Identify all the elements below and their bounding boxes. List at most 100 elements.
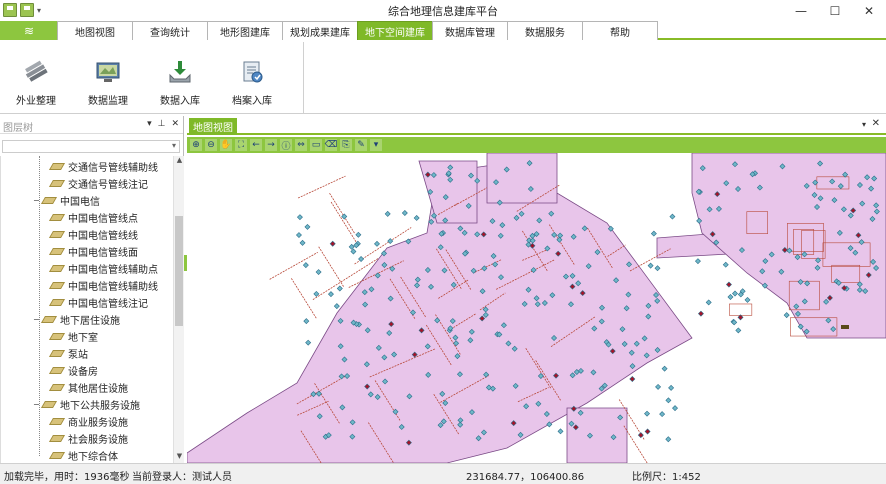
full-extent-icon[interactable]: ⛶ xyxy=(235,139,247,151)
layer-icon xyxy=(48,452,66,459)
tab-query-stats[interactable]: 查询统计 xyxy=(132,21,208,40)
tree-layer[interactable]: 商业服务设施 xyxy=(48,413,128,430)
tab-topo-db[interactable]: 地形图建库 xyxy=(207,21,283,40)
tab-planning-db[interactable]: 规划成果建库 xyxy=(282,21,358,40)
panel-close-icon[interactable]: ✕ xyxy=(171,119,179,129)
scrollbar-thumb[interactable] xyxy=(175,216,183,326)
pipe-node xyxy=(629,376,636,382)
maximize-button[interactable]: ☐ xyxy=(818,0,852,21)
layer-icon xyxy=(48,384,66,391)
pipe-node xyxy=(295,232,302,239)
pipe-node xyxy=(304,223,311,230)
pipe-node xyxy=(302,262,309,269)
tree-label: 中国电信管线点 xyxy=(68,214,138,225)
pipe-node xyxy=(668,384,675,391)
data-import-button[interactable]: 数据入库 xyxy=(148,60,212,107)
map-view-tab[interactable]: 地图视图 xyxy=(189,118,237,135)
tree-layer[interactable]: 中国电信管线注记 xyxy=(48,294,148,311)
pan-hand-icon[interactable]: ✋ xyxy=(220,139,232,151)
pipe-node xyxy=(644,428,651,435)
tree-layer[interactable]: 设备房 xyxy=(48,362,98,379)
more-icon[interactable]: ▾ xyxy=(370,139,382,151)
tab-underground-db[interactable]: 地下空间建库 xyxy=(357,21,433,40)
scroll-up-icon[interactable]: ▲ xyxy=(174,156,184,167)
tab-data-services[interactable]: 数据服务 xyxy=(507,21,583,40)
tree-layer[interactable]: 中国电信管线辅助线 xyxy=(48,277,158,294)
clear-select-icon[interactable]: ⌫ xyxy=(325,139,337,151)
tree-group[interactable]: − 地下居住设施 xyxy=(33,311,120,328)
scroll-down-icon[interactable]: ▼ xyxy=(174,452,184,463)
paint-icon[interactable]: ✎ xyxy=(355,139,367,151)
minimize-button[interactable]: — xyxy=(784,0,818,21)
tree-label: 地下综合体 xyxy=(68,452,118,463)
tree-layer[interactable]: 交通信号管线辅助线 xyxy=(48,158,158,175)
measure-icon[interactable]: ⇔ xyxy=(295,139,307,151)
tree-label: 交通信号管线辅助线 xyxy=(68,163,158,174)
tree-group[interactable]: − 中国电信 xyxy=(33,192,100,209)
data-supervision-button[interactable]: 数据监理 xyxy=(76,60,140,107)
select-icon[interactable]: ▭ xyxy=(310,139,322,151)
layer-icon xyxy=(48,282,66,289)
layer-panel-header: 图层树 ▾ ⊥ ✕ xyxy=(0,116,183,134)
pipeline xyxy=(318,246,345,287)
pipe-node xyxy=(722,261,729,268)
tree-layer[interactable]: 交通信号管线注记 xyxy=(48,175,148,192)
tree-label: 中国电信管线辅助线 xyxy=(68,282,158,293)
home-menu-button[interactable]: ≋ xyxy=(0,21,58,40)
pipe-node xyxy=(305,339,312,346)
tree-layer[interactable]: 地下室 xyxy=(48,328,98,345)
pipe-node xyxy=(732,290,738,297)
layer-icon xyxy=(48,299,66,306)
identify-icon[interactable]: ⓘ xyxy=(280,139,292,152)
tree-label: 中国电信管线注记 xyxy=(68,299,148,310)
tab-help[interactable]: 帮助 xyxy=(582,21,658,40)
panel-menu-icon[interactable]: ▾ xyxy=(147,119,152,129)
tab-map-view[interactable]: 地图视图 xyxy=(57,21,133,40)
pipe-node xyxy=(727,293,734,300)
layer-tree-combo[interactable]: ▾ xyxy=(2,140,180,153)
tree-layer[interactable]: 泵站 xyxy=(48,345,88,362)
tree-label: 中国电信管线面 xyxy=(68,248,138,259)
tree-layer[interactable]: 中国电信管线线 xyxy=(48,226,138,243)
tree-layer[interactable]: 社会服务设施 xyxy=(48,430,128,447)
export-icon[interactable]: ⎘ xyxy=(340,139,352,151)
tree-label: 交通信号管线注记 xyxy=(68,180,148,191)
doc-close-icon[interactable]: ✕ xyxy=(872,118,880,129)
menu-bar: ≋ 地图视图 查询统计 地形图建库 规划成果建库 地下空间建库 数据库管理 数据… xyxy=(0,21,886,40)
forward-arrow-icon[interactable]: → xyxy=(265,139,277,151)
field-organize-button[interactable]: 外业整理 xyxy=(4,60,68,107)
map-scale: 比例尺：1:452 xyxy=(632,472,701,483)
layer-icon xyxy=(48,333,66,340)
tree-layer[interactable]: 中国电信管线辅助点 xyxy=(48,260,158,277)
archive-import-button[interactable]: 档案入库 xyxy=(220,60,284,107)
tree-group[interactable]: − 地下公共服务设施 xyxy=(33,396,140,413)
map-canvas[interactable] xyxy=(187,153,886,463)
layer-panel-controls: ▾ ⊥ ✕ xyxy=(147,119,179,129)
tab-db-management[interactable]: 数据库管理 xyxy=(432,21,508,40)
pipe-node xyxy=(313,290,320,297)
tree-label: 地下居住设施 xyxy=(60,316,120,327)
zoom-out-icon[interactable]: ⊖ xyxy=(205,139,217,151)
layer-tree-panel: 图层树 ▾ ⊥ ✕ ▾ 交通信号管线辅助线 交通信号管线注记 − 中国电信中国电信管线… xyxy=(0,116,184,463)
pipe-node xyxy=(644,410,651,417)
chevron-down-icon[interactable]: ▾ xyxy=(172,141,176,150)
tree-layer[interactable]: 中国电信管线点 xyxy=(48,209,138,226)
map-svg[interactable] xyxy=(187,153,886,463)
document-tabs: 地图视图 ▾ ✕ xyxy=(187,116,886,135)
pin-icon[interactable]: ⊥ xyxy=(158,119,166,129)
zoom-in-icon[interactable]: ⊕ xyxy=(190,139,202,151)
pipe-node xyxy=(665,397,672,404)
pipe-node xyxy=(327,291,334,298)
tree-layer[interactable]: 地下综合体 xyxy=(48,447,118,463)
layer-icon xyxy=(48,367,66,374)
back-arrow-icon[interactable]: ← xyxy=(250,139,262,151)
layer-tree-scrollbar[interactable]: ▲ ▼ xyxy=(173,156,184,463)
pipe-node xyxy=(735,327,742,334)
map-marker xyxy=(841,325,849,329)
doc-dropdown-icon[interactable]: ▾ xyxy=(862,120,866,129)
tree-layer[interactable]: 其他居住设施 xyxy=(48,379,128,396)
close-button[interactable]: ✕ xyxy=(852,0,886,21)
ribbon-group: 外业整理 数据监理 数据入库 档案入库 xyxy=(0,42,304,114)
tree-layer[interactable]: 中国电信管线面 xyxy=(48,243,138,260)
pipe-node xyxy=(401,210,408,216)
